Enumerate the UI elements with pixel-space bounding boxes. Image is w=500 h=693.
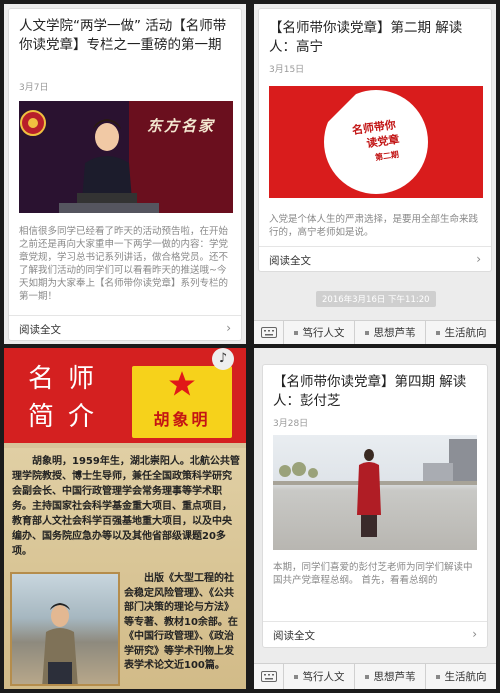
- profile-name: 胡象明: [153, 410, 211, 429]
- article-date: 3月7日: [19, 83, 49, 93]
- star-icon: [169, 371, 195, 396]
- menu-item-label: 笃行人文: [302, 327, 345, 339]
- bio-intro: 胡象明，1959年生，湖北崇阳人。北航公共管理学院教授、博士生导师，兼任全国政策…: [12, 456, 240, 557]
- menu-item-duxing[interactable]: 笃行人文: [284, 321, 355, 344]
- menu-item-shenghuo[interactable]: 生活航向: [426, 664, 496, 689]
- read-more-link[interactable]: 阅读全文 ›: [263, 621, 487, 647]
- menu-item-shenghuo[interactable]: 生活航向: [426, 321, 496, 344]
- article-card-1[interactable]: 人文学院“两学一做” 活动【名师带你读党章】专栏之一重磅的第一期 3月7日 东方…: [8, 8, 242, 341]
- keyboard-icon[interactable]: [254, 321, 284, 344]
- read-more-link[interactable]: 阅读全文 ›: [9, 315, 241, 341]
- menu-item-label: 笃行人文: [302, 671, 345, 683]
- read-more-label: 阅读全文: [273, 630, 315, 642]
- article-summary: 相信很多同学已经看了昨天的活动预告啦，在开始之前还是再向大家重申一下两学一做的内…: [19, 226, 229, 302]
- menu-dot-icon: [364, 674, 369, 679]
- menu-dot-icon: [293, 330, 298, 335]
- menu-item-sixiang[interactable]: 思想芦苇: [355, 664, 426, 689]
- bottom-menu-bar: 笃行人文 思想芦苇 生活航向: [254, 320, 496, 344]
- menu-item-label: 思想芦苇: [373, 671, 416, 683]
- campus-photo: [273, 439, 477, 537]
- bio-rest: 出版《大型工程的社会稳定风险管理》、《公共部门决策的理论与方法》等专著、教材10…: [124, 573, 238, 671]
- cover-caption: 东方名家: [147, 117, 216, 135]
- music-note-icon[interactable]: ♪: [212, 348, 234, 370]
- person-photo: [42, 603, 78, 684]
- name-plate: 胡象明: [132, 366, 232, 438]
- article-summary: 入党是个体人生的严肃选择，是要用全部生命来践行的，高宁老师如是说。: [269, 214, 479, 238]
- profile-photo: [10, 572, 120, 686]
- profile-banner: 名师 简介 胡象明 ♪: [4, 348, 246, 443]
- article-title[interactable]: 人文学院“两学一做” 活动【名师带你读党章】专栏之一重磅的第一期: [19, 17, 231, 55]
- chevron-right-icon: ›: [476, 252, 481, 266]
- banner-heading-1: 名师: [28, 364, 109, 394]
- bottom-menu-bar: 笃行人文 思想芦苇 生活航向: [254, 663, 496, 689]
- panel-article-1: 人文学院“两学一做” 活动【名师带你读党章】专栏之一重磅的第一期 3月7日 东方…: [4, 4, 246, 344]
- article-title[interactable]: 【名师带你读党章】第二期 解读人：高宁: [269, 19, 481, 57]
- article-date: 3月15日: [269, 65, 305, 75]
- menu-item-label: 思想芦苇: [373, 327, 416, 339]
- article-card-4[interactable]: 【名师带你读党章】第四期 解读人：彭付芝 3月28日 本期，同学们喜爱的彭付芝老…: [262, 364, 488, 648]
- cover-image: 名师带你 读党章 第二期: [269, 86, 483, 198]
- keyboard-icon[interactable]: [254, 664, 284, 689]
- banner-heading-2: 简介: [28, 402, 109, 432]
- chevron-right-icon: ›: [226, 321, 231, 335]
- read-more-label: 阅读全文: [19, 324, 61, 336]
- article-date: 3月28日: [273, 419, 309, 429]
- panel-article-4: 【名师带你读党章】第四期 解读人：彭付芝 3月28日 本期，同学们喜爱的彭付芝老…: [254, 348, 496, 689]
- menu-dot-icon: [435, 330, 440, 335]
- message-timestamp: 2016年3月16日 下午11:20: [316, 291, 436, 307]
- cover-image: 东方名家: [19, 101, 233, 213]
- menu-item-label: 生活航向: [444, 671, 487, 683]
- article-summary: 本期，同学们喜爱的彭付芝老师为同学们解读中国共产党章程总纲。 首先，看看总纲的: [273, 562, 473, 586]
- menu-item-duxing[interactable]: 笃行人文: [284, 664, 355, 689]
- menu-dot-icon: [293, 674, 298, 679]
- article-title[interactable]: 【名师带你读党章】第四期 解读人：彭付芝: [273, 373, 477, 411]
- menu-dot-icon: [435, 674, 440, 679]
- bio-scroll: 胡象明，1959年生，湖北崇阳人。北航公共管理学院教授、博士生导师，兼任全国政策…: [4, 448, 246, 689]
- read-more-label: 阅读全文: [269, 255, 311, 267]
- menu-item-label: 生活航向: [444, 327, 487, 339]
- panel-profile: 名师 简介 胡象明 ♪ 胡象明，1959年生，湖北崇阳人。北航公共管理学院教授、…: [4, 348, 246, 689]
- panel-article-2: 【名师带你读党章】第二期 解读人：高宁 3月15日 名师带你 读党章 第二期 入…: [254, 4, 496, 344]
- read-more-link[interactable]: 阅读全文 ›: [259, 246, 491, 272]
- chevron-right-icon: ›: [472, 627, 477, 641]
- menu-dot-icon: [364, 330, 369, 335]
- menu-item-sixiang[interactable]: 思想芦苇: [355, 321, 426, 344]
- article-card-2[interactable]: 【名师带你读党章】第二期 解读人：高宁 3月15日 名师带你 读党章 第二期 入…: [258, 8, 492, 272]
- cover-image: [273, 435, 477, 550]
